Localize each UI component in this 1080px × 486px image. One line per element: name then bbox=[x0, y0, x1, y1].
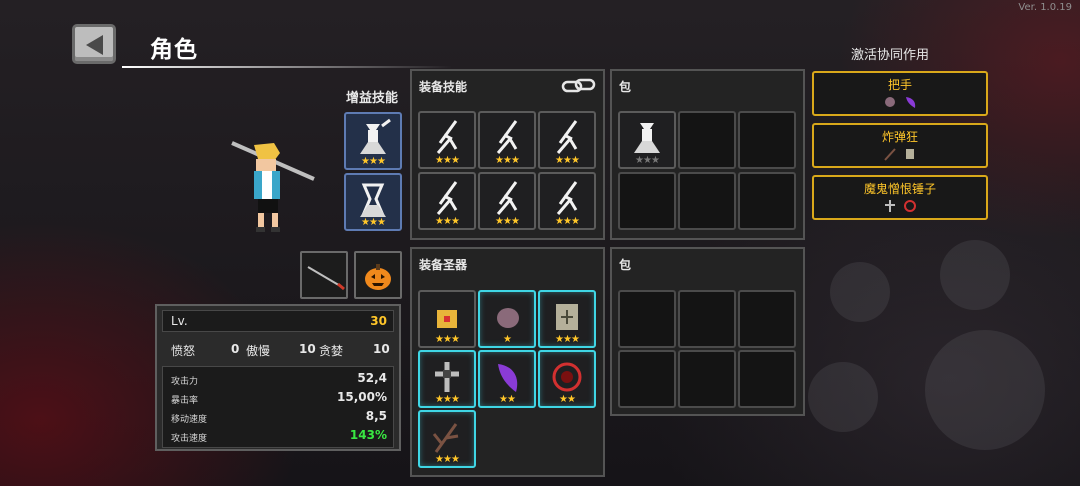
star-rating: ★★ bbox=[499, 394, 516, 405]
star-rating: ★★★ bbox=[435, 216, 460, 227]
eggplant-icon bbox=[906, 97, 916, 108]
page-title: 角色 bbox=[150, 37, 198, 63]
star-rating: ★★★ bbox=[555, 334, 580, 345]
move-speed-value: 8,5 bbox=[365, 409, 387, 423]
synergy-card[interactable]: 魔鬼憎恨锤子 bbox=[812, 175, 988, 220]
star-rating: ★★★ bbox=[435, 155, 460, 166]
back-button[interactable] bbox=[72, 24, 116, 64]
skill-slot[interactable]: ★★★ bbox=[418, 111, 476, 169]
skill-slot[interactable]: ★★★ bbox=[538, 111, 596, 169]
sin-greed-value: 10 bbox=[373, 342, 390, 356]
cross-icon bbox=[885, 200, 895, 212]
link-icon[interactable] bbox=[561, 76, 597, 96]
relic-slot[interactable]: ★★★ bbox=[538, 290, 596, 348]
weapon-slot[interactable] bbox=[300, 251, 348, 299]
boost-slot[interactable]: ★★★ bbox=[344, 173, 402, 231]
skill-slot[interactable]: ★★★ bbox=[538, 172, 596, 230]
skill-slot[interactable]: ★★★ bbox=[418, 172, 476, 230]
relics-bag-title: 包 bbox=[619, 258, 632, 272]
sin-wrath-value: 0 bbox=[231, 342, 240, 356]
equipped-relics-title: 装备圣器 bbox=[419, 258, 468, 272]
crit-rate-value: 15,00% bbox=[337, 390, 387, 404]
relic-bag-slot[interactable] bbox=[618, 290, 676, 348]
skill-bag-slot[interactable] bbox=[678, 172, 736, 230]
star-rating: ★★★ bbox=[361, 217, 386, 228]
star-rating: ★★★ bbox=[555, 155, 580, 166]
fist-icon bbox=[885, 97, 895, 107]
skill-bag-slot[interactable]: ★★★ bbox=[618, 111, 676, 169]
attribute-list: 攻击力 52,4 暴击率 15,00% 移动速度 8,5 攻击速度 143% bbox=[162, 366, 394, 448]
star-rating: ★★★ bbox=[635, 155, 660, 166]
attack-speed-label: 攻击速度 bbox=[171, 434, 208, 444]
star-rating: ★★ bbox=[559, 394, 576, 405]
level-row: Lv. 30 bbox=[162, 310, 394, 332]
relic-slot[interactable]: ★ bbox=[478, 290, 536, 348]
relic-slot[interactable]: ★★★ bbox=[418, 350, 476, 408]
scroll-icon bbox=[906, 149, 914, 159]
attack-label: 攻击力 bbox=[171, 377, 199, 387]
move-speed-label: 移动速度 bbox=[171, 415, 208, 425]
title-underline bbox=[122, 66, 452, 68]
synergy-title: 激活协同作用 bbox=[851, 48, 930, 63]
relic-bag-slot[interactable] bbox=[618, 350, 676, 408]
star-rating: ★★★ bbox=[435, 394, 460, 405]
pumpkin-icon bbox=[365, 264, 391, 290]
star-rating: ★★★ bbox=[435, 454, 460, 465]
skill-bag-slot[interactable] bbox=[738, 111, 796, 169]
level-value: 30 bbox=[370, 314, 387, 328]
star-rating: ★ bbox=[503, 334, 512, 345]
crit-rate-label: 暴击率 bbox=[171, 396, 199, 406]
skill-bag-slot[interactable] bbox=[738, 172, 796, 230]
star-rating: ★★★ bbox=[435, 334, 460, 345]
synergy-card[interactable]: 炸弹狂 bbox=[812, 123, 988, 168]
branch-icon bbox=[884, 148, 896, 161]
star-rating: ★★★ bbox=[555, 216, 580, 227]
demon-seal-icon bbox=[904, 200, 916, 212]
relic-bag-slot[interactable] bbox=[678, 350, 736, 408]
attack-speed-value: 143% bbox=[349, 428, 387, 442]
spear-icon bbox=[307, 266, 345, 291]
character-sprite bbox=[231, 141, 315, 232]
relic-bag-slot[interactable] bbox=[678, 290, 736, 348]
sin-wrath-label: 愤怒 bbox=[171, 344, 196, 358]
star-rating: ★★★ bbox=[361, 156, 386, 167]
attack-value: 52,4 bbox=[357, 371, 387, 385]
background-item-ghost bbox=[808, 362, 878, 432]
back-arrow-icon bbox=[86, 35, 103, 55]
relic-slot[interactable]: ★★ bbox=[478, 350, 536, 408]
background-dash-ghost bbox=[830, 262, 890, 322]
synergy-card[interactable]: 把手 bbox=[812, 71, 988, 116]
relic-slot[interactable]: ★★ bbox=[538, 350, 596, 408]
stats-panel: Lv. 30 愤怒 0 傲慢 10 贪婪 10 攻击力 52,4 暴击率 15,… bbox=[155, 304, 401, 451]
boost-slot[interactable]: ★★★ bbox=[344, 112, 402, 170]
synergy-name: 魔鬼憎恨锤子 bbox=[863, 182, 936, 196]
synergy-name: 把手 bbox=[887, 78, 912, 92]
skills-bag-title: 包 bbox=[619, 80, 632, 94]
relic-bag-slot[interactable] bbox=[738, 290, 796, 348]
relic-bag-slot[interactable] bbox=[738, 350, 796, 408]
skill-slot[interactable]: ★★★ bbox=[478, 172, 536, 230]
relic-slot[interactable]: ★★★ bbox=[418, 410, 476, 468]
sin-pride-label: 傲慢 bbox=[246, 344, 271, 358]
skill-bag-slot[interactable] bbox=[678, 111, 736, 169]
skill-bag-slot[interactable] bbox=[618, 172, 676, 230]
background-joystick-ghost bbox=[925, 330, 1045, 450]
skill-slot[interactable]: ★★★ bbox=[478, 111, 536, 169]
star-rating: ★★★ bbox=[495, 155, 520, 166]
version-label: Ver. 1.0.19 bbox=[1018, 2, 1072, 13]
star-rating: ★★★ bbox=[495, 216, 520, 227]
background-skill-ghost bbox=[940, 240, 1010, 310]
weapon-slot[interactable] bbox=[354, 251, 402, 299]
synergy-name: 炸弹狂 bbox=[881, 130, 918, 144]
boost-skills-label: 增益技能 bbox=[346, 91, 399, 106]
relic-slot[interactable]: ★★★ bbox=[418, 290, 476, 348]
equipped-skills-title: 装备技能 bbox=[419, 80, 468, 94]
sin-greed-label: 贪婪 bbox=[319, 344, 344, 358]
sin-pride-value: 10 bbox=[299, 342, 316, 356]
level-label: Lv. bbox=[171, 314, 188, 328]
